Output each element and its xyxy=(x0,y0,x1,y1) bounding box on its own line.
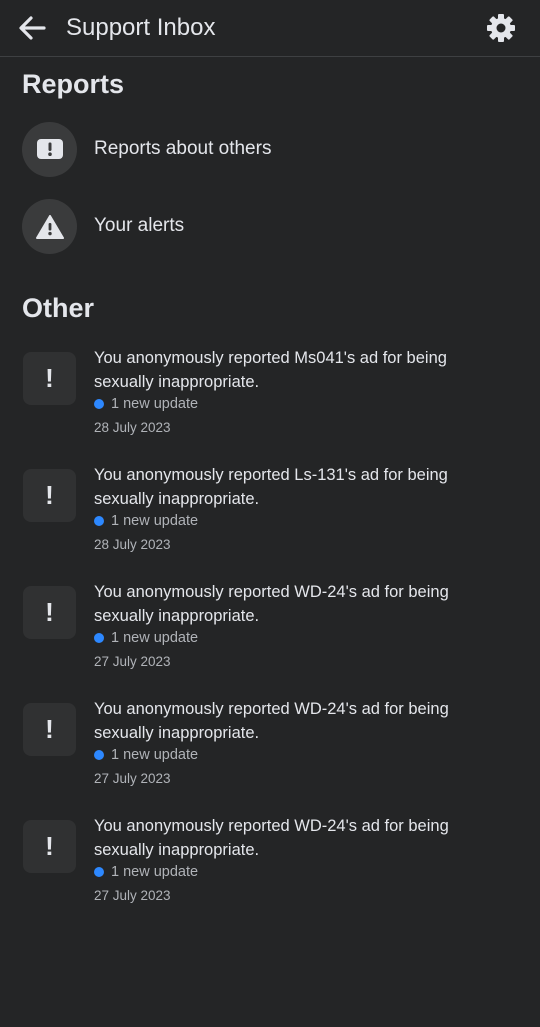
exclamation-icon: ! xyxy=(23,703,76,756)
update-status: 1 new update xyxy=(94,747,198,763)
list-item[interactable]: ! You anonymously reported WD-24's ad fo… xyxy=(22,697,522,797)
update-text: 1 new update xyxy=(111,630,199,646)
section-title-other: Other xyxy=(22,293,95,323)
gear-icon xyxy=(487,14,515,42)
settings-button[interactable] xyxy=(482,9,520,47)
alerts-icon-circle xyxy=(22,199,77,254)
section-title-reports: Reports xyxy=(22,69,125,99)
unread-dot-icon xyxy=(94,750,104,760)
item-date: 27 July 2023 xyxy=(94,771,171,786)
warning-triangle-icon xyxy=(35,214,64,239)
exclamation-icon: ! xyxy=(23,586,76,639)
update-status: 1 new update xyxy=(94,864,198,880)
list-item[interactable]: ! You anonymously reported WD-24's ad fo… xyxy=(22,814,522,914)
update-text: 1 new update xyxy=(111,513,199,529)
item-date: 27 July 2023 xyxy=(94,654,171,669)
top-app-bar: Support Inbox xyxy=(0,0,540,57)
update-text: 1 new update xyxy=(111,396,199,412)
update-text: 1 new update xyxy=(111,864,199,880)
reports-icon-circle xyxy=(22,122,77,177)
unread-dot-icon xyxy=(94,516,104,526)
item-message: You anonymously reported WD-24's ad for … xyxy=(94,817,449,859)
item-date: 27 July 2023 xyxy=(94,888,171,903)
item-message: You anonymously reported WD-24's ad for … xyxy=(94,700,449,742)
unread-dot-icon xyxy=(94,867,104,877)
arrow-left-icon xyxy=(19,16,46,40)
your-alerts-item[interactable]: Your alerts xyxy=(22,199,522,255)
exclamation-box-icon xyxy=(36,138,63,159)
update-text: 1 new update xyxy=(111,747,199,763)
list-item[interactable]: ! You anonymously reported WD-24's ad fo… xyxy=(22,580,522,680)
report-item-label: Reports about others xyxy=(94,138,272,159)
item-message: You anonymously reported Ls-131's ad for… xyxy=(94,466,448,508)
exclamation-icon: ! xyxy=(23,469,76,522)
item-date: 28 July 2023 xyxy=(94,420,171,435)
exclamation-icon: ! xyxy=(23,820,76,873)
item-date: 28 July 2023 xyxy=(94,537,171,552)
unread-dot-icon xyxy=(94,399,104,409)
list-item[interactable]: ! You anonymously reported Ls-131's ad f… xyxy=(22,463,522,563)
reports-about-others-item[interactable]: Reports about others xyxy=(22,122,522,178)
report-item-label: Your alerts xyxy=(94,215,185,236)
unread-dot-icon xyxy=(94,633,104,643)
update-status: 1 new update xyxy=(94,630,198,646)
exclamation-icon: ! xyxy=(23,352,76,405)
back-button[interactable] xyxy=(14,10,50,46)
page-title: Support Inbox xyxy=(66,14,216,41)
item-message: You anonymously reported Ms041's ad for … xyxy=(94,349,447,391)
update-status: 1 new update xyxy=(94,513,198,529)
update-status: 1 new update xyxy=(94,396,198,412)
list-item[interactable]: ! You anonymously reported Ms041's ad fo… xyxy=(22,346,522,446)
item-message: You anonymously reported WD-24's ad for … xyxy=(94,583,449,625)
